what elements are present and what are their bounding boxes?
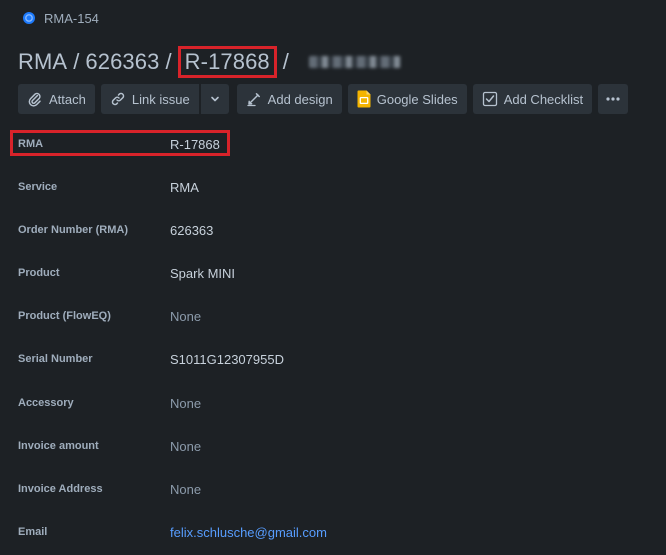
field-invoice-address: Invoice Address None xyxy=(18,473,658,505)
title-separator: / xyxy=(73,49,80,74)
field-rma: RMA R-17868 xyxy=(10,128,658,160)
field-value[interactable]: Spark MINI xyxy=(170,266,235,281)
field-service: Service RMA xyxy=(18,171,658,203)
title-part-rma-number: R-17868 xyxy=(177,46,277,78)
link-issue-label: Link issue xyxy=(131,91,190,107)
field-value[interactable]: None xyxy=(170,439,201,454)
link-icon xyxy=(111,92,125,106)
field-product: Product Spark MINI xyxy=(18,257,658,289)
field-label: Accessory xyxy=(18,397,74,409)
google-slides-label: Google Slides xyxy=(376,91,458,107)
add-checklist-label: Add Checklist xyxy=(503,91,584,107)
field-label: Invoice Address xyxy=(18,483,103,495)
title-part-rma: RMA xyxy=(18,49,68,74)
title-separator: / xyxy=(165,49,172,74)
field-value[interactable]: R-17868 xyxy=(170,137,220,152)
link-issue-button[interactable]: Link issue xyxy=(100,84,199,114)
add-design-button[interactable]: Add design xyxy=(236,84,342,114)
link-issue-dropdown-button[interactable] xyxy=(200,84,229,114)
pen-tool-icon xyxy=(247,93,260,107)
field-label: Invoice amount xyxy=(18,440,99,452)
field-label: Order Number (RMA) xyxy=(18,224,129,236)
field-value[interactable]: None xyxy=(170,482,201,497)
more-actions-button[interactable] xyxy=(598,84,629,114)
checklist-icon xyxy=(482,91,497,107)
field-serial-number: Serial Number S1011G12307955D xyxy=(18,343,658,375)
issue-title[interactable]: RMA / 626363 / R-17868 / xyxy=(18,44,401,80)
chevron-down-icon xyxy=(210,96,219,102)
add-checklist-button[interactable]: Add Checklist xyxy=(472,84,593,114)
field-label: Service xyxy=(18,181,58,193)
field-order-number: Order Number (RMA) 626363 xyxy=(18,214,658,246)
add-design-label: Add design xyxy=(267,91,333,107)
field-accessory: Accessory None xyxy=(18,387,658,419)
issue-key-link[interactable]: RMA-154 xyxy=(44,11,99,26)
field-email: Email felix.schlusche@gmail.com xyxy=(18,516,658,548)
email-link[interactable]: felix.schlusche@gmail.com xyxy=(170,525,327,540)
breadcrumb: RMA-154 xyxy=(22,9,99,27)
field-value[interactable]: None xyxy=(170,309,201,324)
field-label: Product xyxy=(18,267,60,279)
field-value[interactable]: RMA xyxy=(170,180,199,195)
attach-button[interactable]: Attach xyxy=(18,84,95,114)
paperclip-icon xyxy=(28,92,41,107)
more-icon xyxy=(606,97,620,101)
field-invoice-amount: Invoice amount None xyxy=(18,430,658,462)
redacted-text xyxy=(308,56,401,68)
field-value[interactable]: S1011G12307955D xyxy=(170,352,284,367)
title-part-order: 626363 xyxy=(85,49,160,74)
field-product-floweq: Product (FlowEQ) None xyxy=(18,300,658,332)
google-slides-button[interactable]: Google Slides xyxy=(347,84,467,114)
field-label: RMA xyxy=(18,138,44,150)
title-separator: / xyxy=(282,49,289,74)
project-icon xyxy=(23,12,35,24)
issue-toolbar: Attach Link issue Add design Google Slid… xyxy=(18,84,629,114)
field-value[interactable]: 626363 xyxy=(170,223,213,238)
google-slides-icon xyxy=(357,90,371,108)
field-label: Serial Number xyxy=(18,353,93,365)
attach-label: Attach xyxy=(49,91,86,107)
field-label: Product (FlowEQ) xyxy=(18,310,111,322)
field-label: Email xyxy=(18,526,48,538)
field-value[interactable]: None xyxy=(170,396,201,411)
